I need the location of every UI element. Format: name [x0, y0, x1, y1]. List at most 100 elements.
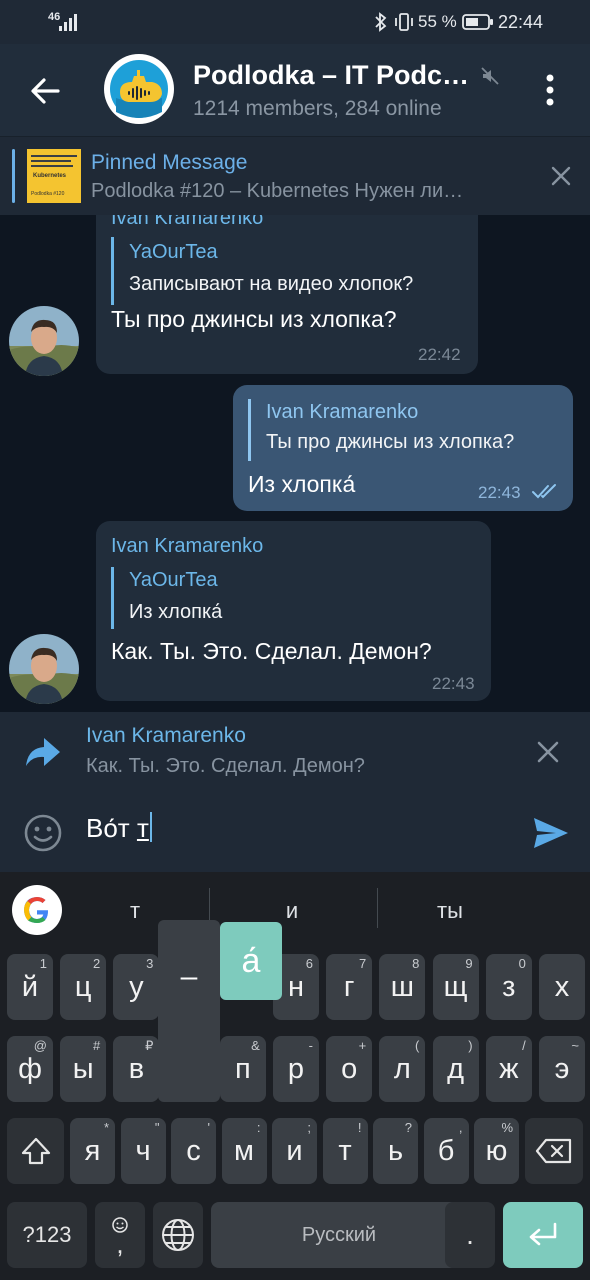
emoji-button[interactable]	[22, 812, 64, 854]
key-r3-6[interactable]: ь?	[373, 1118, 418, 1184]
key-r2-4[interactable]: п &	[219, 1036, 266, 1102]
back-button[interactable]	[18, 64, 72, 118]
arrow-left-icon	[31, 78, 60, 104]
avatar[interactable]	[9, 634, 79, 704]
key-label: ы	[72, 1052, 94, 1085]
reply-quote[interactable]: YaOurTea Из хлопка́	[111, 567, 471, 629]
accent-popup-selected[interactable]: а́	[220, 922, 282, 1000]
reply-preview-name: Ivan Kramarenko	[86, 724, 246, 747]
key-r3-5[interactable]: т!	[322, 1118, 368, 1184]
key-r1-8[interactable]: щ9	[432, 954, 479, 1020]
status-bar: 46 55 % 22:44	[0, 0, 590, 44]
key-label: ж	[499, 1052, 519, 1085]
symbols-key[interactable]: ?123	[7, 1202, 87, 1268]
key-hint: 6	[305, 956, 313, 971]
key-hint: !	[357, 1120, 362, 1135]
key-label: с	[186, 1134, 201, 1167]
pinned-accent-bar	[12, 149, 15, 203]
reply-quote[interactable]: YaOurTea Записывают на видео хлопок?	[111, 237, 461, 305]
language-key[interactable]	[153, 1202, 203, 1268]
message-sender[interactable]: Ivan Kramarenko	[111, 215, 263, 230]
key-r2-7[interactable]: л(	[379, 1036, 426, 1102]
key-r1-10[interactable]: х	[539, 954, 585, 1020]
shift-key[interactable]	[7, 1118, 64, 1184]
menu-button[interactable]	[532, 70, 568, 110]
message-text: Ты про джинсы из хлопка?	[111, 306, 397, 332]
input-composing-word: т	[136, 813, 149, 843]
key-r2-9[interactable]: ж /	[485, 1036, 532, 1102]
send-button[interactable]	[528, 810, 574, 856]
key-r1-7[interactable]: ш8	[379, 954, 426, 1020]
key-hint: #	[92, 1038, 101, 1053]
chat-subtitle: 1214 members, 284 online	[193, 97, 442, 120]
chat-title[interactable]: Podlodka – IT Podc…	[193, 60, 475, 91]
key-r3-8[interactable]: ю%	[474, 1118, 519, 1184]
message-bubble-incoming[interactable]: Ivan Kramarenko YaOurTea Из хлопка́ Как.…	[96, 521, 491, 701]
key-r3-1[interactable]: ч "	[120, 1118, 166, 1184]
reply-quote-text: Записывают на видео хлопок?	[129, 273, 414, 295]
accent-popup[interactable]	[158, 920, 220, 1102]
message-time: 22:42	[418, 345, 461, 364]
pinned-title: Pinned Message	[91, 151, 248, 174]
key-label: д	[447, 1052, 465, 1085]
reply-quote[interactable]: Ivan Kramarenko Ты про джинсы из хлопка?	[248, 399, 558, 461]
key-hint: (	[415, 1038, 420, 1053]
key-r2-0[interactable]: ф @	[7, 1036, 53, 1102]
message-sender[interactable]: Ivan Kramarenko	[111, 535, 263, 558]
message-input-bar: Во́т т	[0, 794, 590, 872]
key-r1-1[interactable]: ц2	[60, 954, 107, 1020]
key-label: г	[343, 970, 355, 1003]
key-r1-9[interactable]: з0	[485, 954, 532, 1020]
message-text: Как. Ты. Это. Сделал. Демон?	[111, 638, 432, 664]
message-input[interactable]: Во́т т	[86, 812, 506, 856]
message-list[interactable]: Ivan Kramarenko YaOurTea Записывают на в…	[0, 215, 590, 712]
pinned-thumbnail: Kubernetes Podlodka #120	[27, 149, 81, 203]
key-r1-0[interactable]: й1	[7, 954, 53, 1020]
key-r2-5[interactable]: р-	[273, 1036, 319, 1102]
period-label: .	[466, 1219, 474, 1250]
mute-icon	[481, 67, 499, 85]
key-r3-0[interactable]: я *	[70, 1118, 115, 1184]
key-r1-2[interactable]: у3	[113, 954, 160, 1020]
pinned-message-bar[interactable]: Kubernetes Podlodka #120 Pinned Message …	[0, 136, 590, 215]
key-hint: 9	[465, 956, 473, 971]
enter-key[interactable]	[503, 1202, 583, 1268]
key-hint: 7	[358, 956, 367, 971]
key-r2-8[interactable]: д)	[432, 1036, 479, 1102]
emoji-comma-key[interactable]: ,	[95, 1202, 145, 1268]
message-bubble-incoming[interactable]: Ivan Kramarenko YaOurTea Записывают на в…	[96, 215, 478, 374]
space-key[interactable]: Русский	[211, 1202, 467, 1268]
key-r3-2[interactable]: с '	[171, 1118, 216, 1184]
space-key-label: Русский	[301, 1223, 377, 1246]
accent-popup-dash[interactable]: –	[158, 960, 220, 994]
key-r3-7[interactable]: б,	[423, 1118, 469, 1184]
key-label: б	[437, 1134, 455, 1167]
key-r2-1[interactable]: ы #	[60, 1036, 107, 1102]
reply-cancel-button[interactable]	[530, 734, 566, 770]
period-key[interactable]: .	[445, 1202, 495, 1268]
thumb-text-0: Podlodka #120	[31, 191, 65, 197]
pinned-close-button[interactable]	[544, 159, 578, 193]
smile-icon	[24, 814, 62, 852]
avatar[interactable]	[9, 306, 79, 376]
key-r1-6[interactable]: г7	[326, 954, 373, 1020]
key-r3-3[interactable]: м:	[221, 1118, 267, 1184]
key-hint: 2	[92, 956, 101, 971]
key-r3-4[interactable]: и;	[272, 1118, 317, 1184]
key-r2-10[interactable]: э ~	[539, 1036, 585, 1102]
key-hint: 1	[39, 956, 47, 971]
backspace-key[interactable]	[525, 1118, 583, 1184]
user-photo-icon	[9, 634, 79, 704]
close-icon	[537, 741, 559, 763]
key-label: л	[393, 1052, 411, 1085]
reply-quote-text: Из хлопка́	[129, 601, 223, 623]
message-bubble-outgoing[interactable]: Ivan Kramarenko Ты про джинсы из хлопка?…	[233, 385, 573, 511]
key-hint: )	[468, 1038, 473, 1053]
key-label: н	[287, 970, 304, 1003]
group-avatar[interactable]	[104, 54, 174, 124]
key-label: и	[286, 1134, 303, 1167]
key-label: п	[234, 1052, 251, 1085]
signal-icon	[59, 14, 77, 31]
key-r2-2[interactable]: в ₽	[113, 1036, 160, 1102]
key-r2-6[interactable]: о +	[326, 1036, 373, 1102]
